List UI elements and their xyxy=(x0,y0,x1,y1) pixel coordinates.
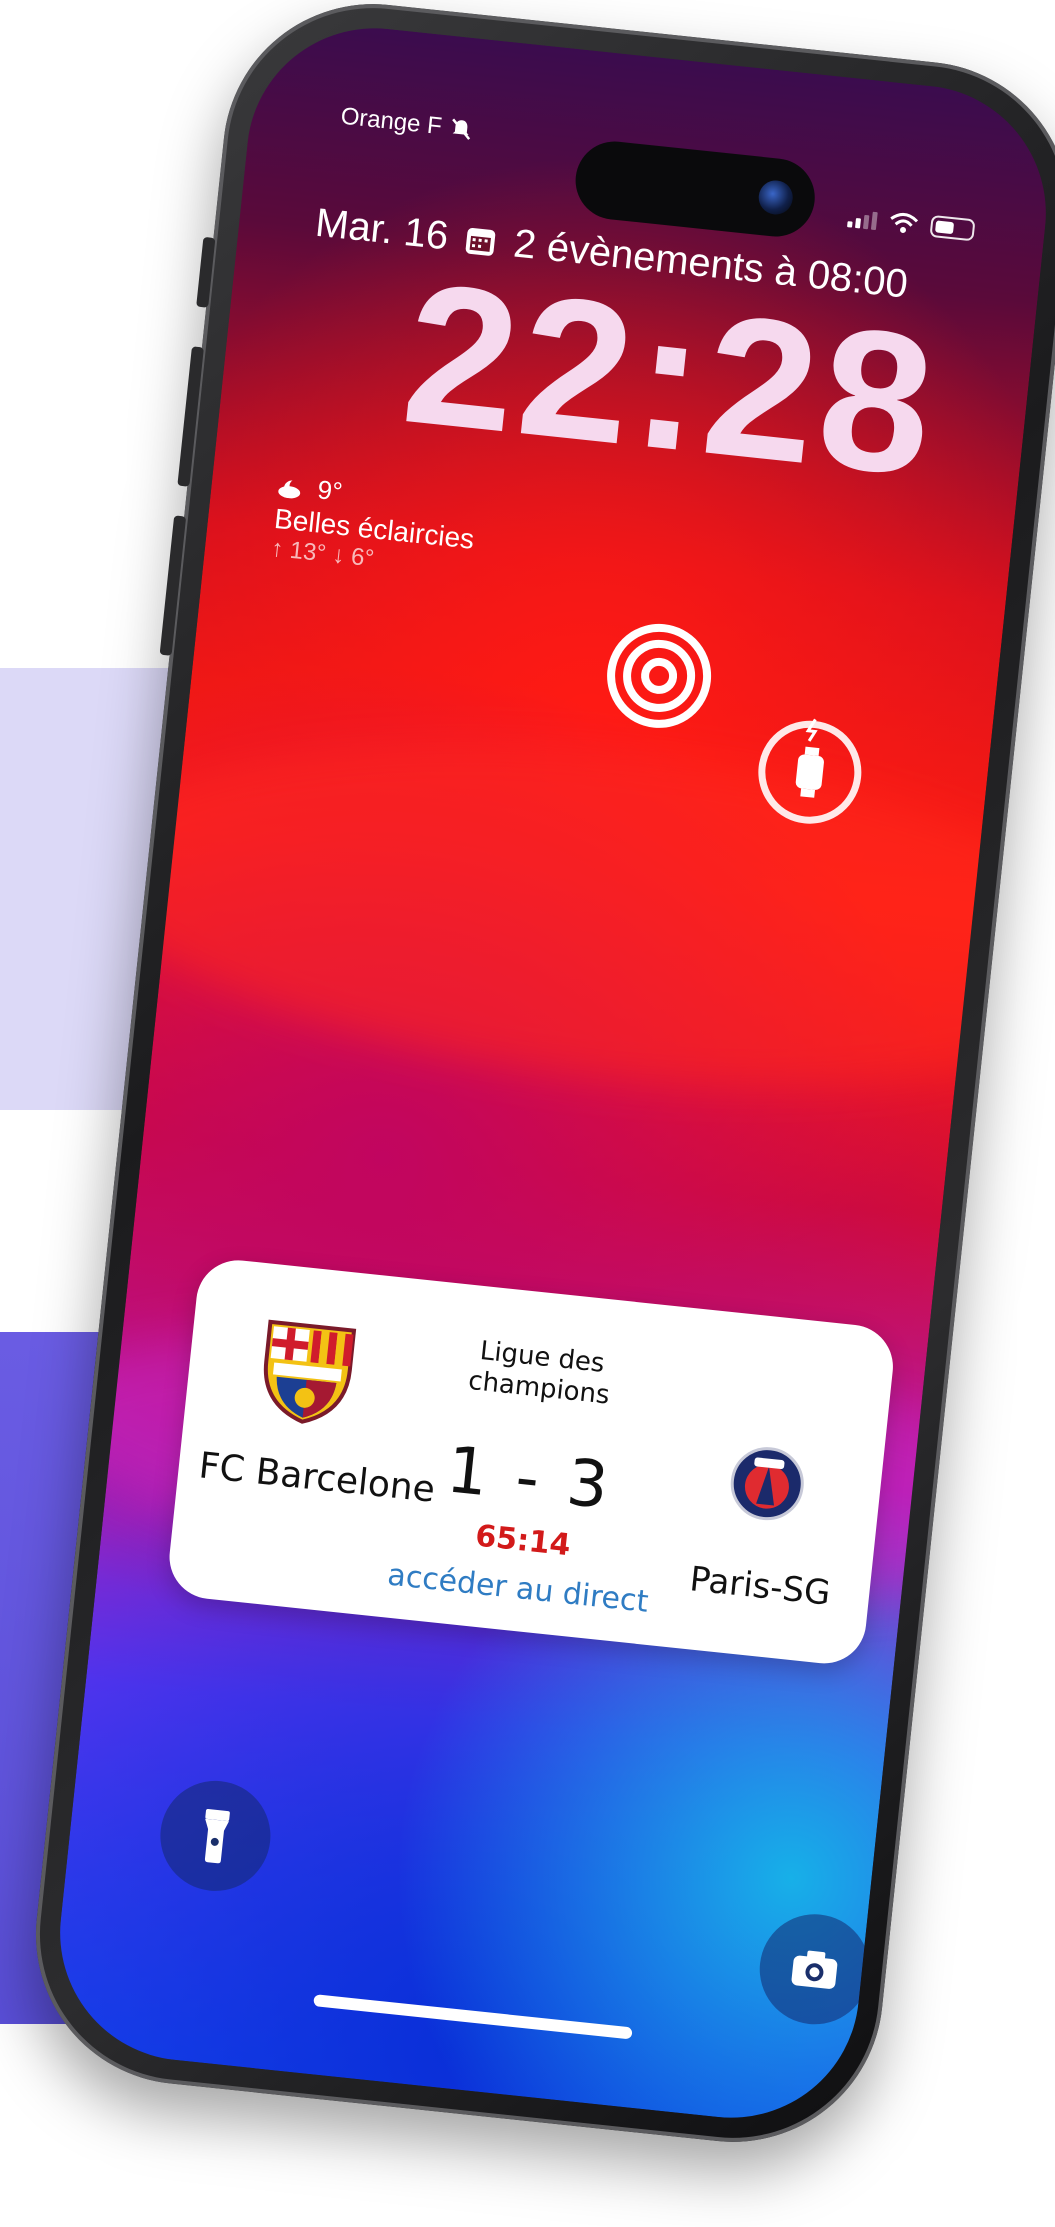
flashlight-button[interactable] xyxy=(154,1775,276,1897)
phone-mockup: Orange F Mar. 16 2 évènements à 08:00 22… xyxy=(21,0,1055,2157)
carrier-label: Orange F xyxy=(339,102,444,141)
wifi-icon xyxy=(890,213,919,233)
partly-cloudy-night-icon xyxy=(278,480,301,498)
lock-screen[interactable]: Orange F Mar. 16 2 évènements à 08:00 22… xyxy=(47,15,1055,2131)
activity-rings-icon[interactable] xyxy=(599,615,720,736)
battery-icon xyxy=(929,214,976,242)
battery-fill xyxy=(934,220,955,235)
status-carrier: Orange F xyxy=(339,103,475,145)
dynamic-island xyxy=(571,137,819,241)
weather-temperature: 9° xyxy=(316,474,345,507)
bell-slash-icon xyxy=(452,118,471,140)
camera-icon xyxy=(791,1950,838,1989)
wallpaper-wave xyxy=(74,697,1055,1132)
away-team-name: Paris-SG xyxy=(687,1559,833,1614)
match-score: 1 - 3 xyxy=(443,1433,616,1525)
watch-battery-icon[interactable] xyxy=(749,712,870,833)
live-activity-card[interactable]: FC Barcelone Ligue des champions 1 - 3 6… xyxy=(165,1256,898,1668)
paris-sg-crest-icon xyxy=(730,1447,804,1521)
lock-clock: 22:28 xyxy=(394,241,947,519)
flashlight-icon xyxy=(204,1808,230,1864)
home-indicator[interactable] xyxy=(313,1994,633,2040)
league-name: Ligue des champions xyxy=(466,1335,611,1411)
cellular-signal-icon xyxy=(847,207,878,231)
status-indicators xyxy=(847,206,976,242)
home-team-name: FC Barcelone xyxy=(196,1445,437,1511)
fc-barcelona-crest-icon xyxy=(263,1319,357,1424)
front-camera xyxy=(757,178,795,217)
page: Orange F Mar. 16 2 évènements à 08:00 22… xyxy=(0,0,1055,2227)
weather-widget[interactable]: 9° Belles éclaircies ↑ 13° ↓ 6° xyxy=(270,470,479,583)
camera-button[interactable] xyxy=(754,1908,876,2030)
